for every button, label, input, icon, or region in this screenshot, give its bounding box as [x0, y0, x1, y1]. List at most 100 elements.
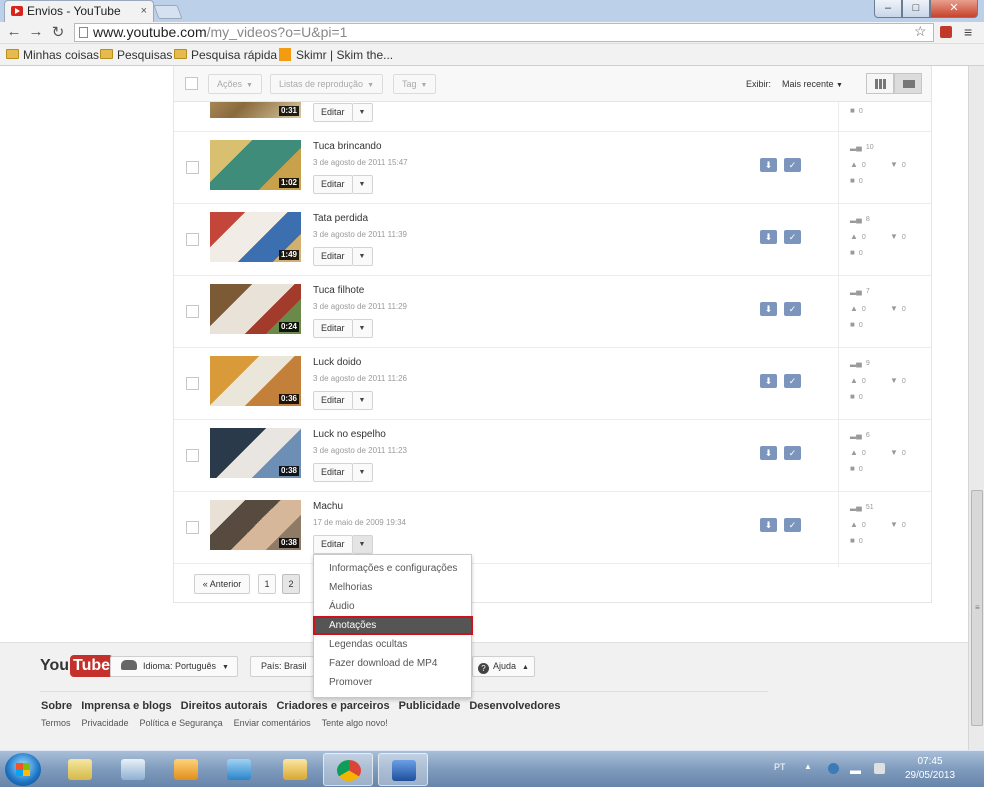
taskbar-app-explorer[interactable] — [270, 753, 320, 786]
video-thumbnail[interactable]: 0:38 — [210, 500, 301, 550]
menu-item-download-mp4[interactable]: Fazer download de MP4 — [314, 654, 471, 673]
help-button[interactable]: ? Ajuda ▲ — [472, 656, 535, 677]
taskbar-app-snipping[interactable] — [108, 753, 158, 786]
edit-dropdown-button[interactable]: ▼ — [352, 103, 373, 122]
edit-button[interactable]: Editar — [313, 391, 353, 410]
menu-item-captions[interactable]: Legendas ocultas — [314, 635, 471, 654]
forward-arrow-icon[interactable]: → — [27, 23, 45, 40]
checkmark-icon[interactable]: ✓ — [784, 374, 801, 388]
video-title[interactable]: Tuca filhote — [313, 285, 364, 296]
video-title[interactable]: Luck no espelho — [313, 429, 386, 440]
edit-dropdown-button[interactable]: ▼ — [352, 247, 373, 266]
bookmark-star-icon[interactable]: ☆ — [914, 23, 927, 40]
checkmark-icon[interactable]: ✓ — [784, 230, 801, 244]
network-icon[interactable] — [828, 763, 839, 774]
video-thumbnail[interactable]: 1:02 — [210, 140, 301, 190]
playlists-button[interactable]: Listas de reprodução ▼ — [270, 74, 383, 94]
video-title[interactable]: Luck doido — [313, 357, 361, 368]
edit-dropdown-button[interactable]: ▼ — [352, 319, 373, 338]
page-2-button[interactable]: 2 — [282, 574, 300, 594]
video-thumbnail[interactable]: 0:24 — [210, 284, 301, 334]
sort-dropdown[interactable]: Mais recente ▼ — [782, 79, 843, 89]
video-thumbnail[interactable]: 0:36 — [210, 356, 301, 406]
actions-button[interactable]: Ações ▼ — [208, 74, 262, 94]
taskbar-app-chrome[interactable] — [323, 753, 373, 786]
extension-icon[interactable] — [940, 26, 952, 38]
taskbar-app-notes[interactable] — [55, 753, 105, 786]
show-hidden-icons-icon[interactable]: ▲ — [804, 762, 812, 771]
video-checkbox[interactable] — [186, 305, 199, 318]
start-button[interactable] — [5, 753, 41, 786]
edit-dropdown-button[interactable]: ▼ — [352, 391, 373, 410]
menu-item-audio[interactable]: Áudio — [314, 597, 471, 616]
language-button[interactable]: Idioma: Português ▼ — [110, 656, 238, 677]
taskbar-app-word[interactable] — [378, 753, 428, 786]
previous-page-button[interactable]: « Anterior — [194, 574, 250, 594]
tag-button[interactable]: Tag ▼ — [393, 74, 437, 94]
back-arrow-icon[interactable]: ← — [5, 23, 23, 40]
tab-close-icon[interactable]: × — [141, 1, 147, 21]
video-title[interactable]: Tuca brincando — [313, 141, 382, 152]
bookmark-pesquisas[interactable]: Pesquisas — [100, 48, 172, 62]
video-checkbox[interactable] — [186, 377, 199, 390]
scrollbar-thumb[interactable]: ≡ — [971, 490, 983, 726]
download-icon[interactable]: ⬇ — [760, 230, 777, 244]
address-bar[interactable]: www.youtube.com/my_videos?o=U&pi=1 — [74, 23, 934, 42]
footer-link-imprensa[interactable]: Imprensa e blogs — [81, 700, 171, 712]
browser-tab[interactable]: Envios - YouTube × — [4, 0, 154, 22]
volume-icon[interactable] — [874, 763, 885, 774]
grid-view-button[interactable] — [866, 73, 894, 94]
video-thumbnail[interactable]: 1:49 — [210, 212, 301, 262]
youtube-logo[interactable]: You Tube — [40, 655, 114, 677]
footer-link-comentarios[interactable]: Enviar comentários — [234, 718, 311, 728]
signal-icon[interactable] — [850, 763, 861, 774]
edit-button[interactable]: Editar — [313, 463, 353, 482]
taskbar-app-media[interactable] — [161, 753, 211, 786]
footer-link-direitos[interactable]: Direitos autorais — [181, 700, 268, 712]
video-thumbnail[interactable]: 0:38 — [210, 428, 301, 478]
maximize-button[interactable]: □ — [902, 0, 930, 18]
video-checkbox[interactable] — [186, 521, 199, 534]
menu-item-annotations[interactable]: Anotações — [313, 616, 473, 635]
checkmark-icon[interactable]: ✓ — [784, 518, 801, 532]
taskbar-app-dropbox[interactable] — [214, 753, 264, 786]
menu-item-info-settings[interactable]: Informações e configurações — [314, 559, 471, 578]
new-tab-button[interactable] — [153, 5, 183, 19]
download-icon[interactable]: ⬇ — [760, 158, 777, 172]
download-icon[interactable]: ⬇ — [760, 446, 777, 460]
footer-link-privacidade[interactable]: Privacidade — [82, 718, 129, 728]
footer-link-tente[interactable]: Tente algo novo! — [322, 718, 388, 728]
footer-link-politica[interactable]: Política e Segurança — [140, 718, 223, 728]
menu-item-promote[interactable]: Promover — [314, 673, 471, 692]
bookmark-skimr[interactable]: Skimr | Skim the... — [279, 48, 393, 62]
language-indicator[interactable]: PT — [774, 762, 786, 772]
bookmark-pesquisa-rapida[interactable]: Pesquisa rápida — [174, 48, 277, 62]
bookmark-minhas-coisas[interactable]: Minhas coisas — [6, 48, 99, 62]
page-1-button[interactable]: 1 — [258, 574, 276, 594]
footer-link-publicidade[interactable]: Publicidade — [399, 700, 461, 712]
checkmark-icon[interactable]: ✓ — [784, 446, 801, 460]
video-title[interactable]: Machu — [313, 501, 343, 512]
menu-item-enhancements[interactable]: Melhorias — [314, 578, 471, 597]
edit-dropdown-button[interactable]: ▼ — [352, 535, 373, 554]
edit-button[interactable]: Editar — [313, 535, 353, 554]
video-title[interactable]: Tata perdida — [313, 213, 368, 224]
reload-icon[interactable]: ↻ — [49, 23, 67, 41]
download-icon[interactable]: ⬇ — [760, 374, 777, 388]
edit-button[interactable]: Editar — [313, 175, 353, 194]
country-button[interactable]: País: Brasil — [250, 656, 314, 677]
edit-button[interactable]: Editar — [313, 319, 353, 338]
clock[interactable]: 07:45 29/05/2013 — [898, 755, 962, 783]
footer-link-termos[interactable]: Termos — [41, 718, 71, 728]
chrome-menu-icon[interactable]: ≡ — [964, 24, 972, 40]
edit-dropdown-button[interactable]: ▼ — [352, 463, 373, 482]
footer-link-sobre[interactable]: Sobre — [41, 700, 72, 712]
checkmark-icon[interactable]: ✓ — [784, 158, 801, 172]
list-view-button[interactable] — [894, 73, 922, 94]
video-checkbox[interactable] — [186, 233, 199, 246]
select-all-checkbox[interactable] — [185, 77, 198, 90]
download-icon[interactable]: ⬇ — [760, 518, 777, 532]
edit-dropdown-button[interactable]: ▼ — [352, 175, 373, 194]
footer-link-criadores[interactable]: Criadores e parceiros — [276, 700, 389, 712]
edit-button[interactable]: Editar — [313, 247, 353, 266]
